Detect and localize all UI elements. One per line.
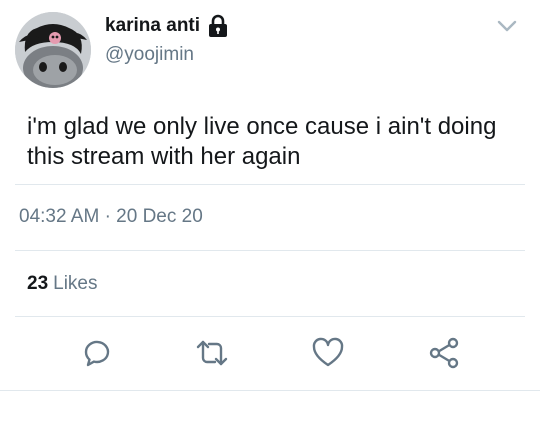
like-icon (312, 337, 344, 367)
divider (15, 184, 525, 185)
tweet-time: 04:32 AM (19, 206, 100, 227)
reply-icon (84, 340, 110, 367)
timestamp-separator: · (104, 206, 111, 227)
reply-button[interactable] (80, 336, 114, 370)
share-icon (429, 337, 459, 369)
retweet-icon (196, 340, 228, 366)
author-display-name[interactable]: karina anti (105, 14, 229, 38)
author-handle[interactable]: @yoojimin (105, 44, 194, 66)
display-name-text: karina anti (105, 15, 201, 36)
like-button[interactable] (311, 336, 345, 370)
tweet-timestamp: 04:32 AM · 20 Dec 20 (19, 206, 203, 228)
share-button[interactable] (427, 336, 461, 370)
divider (15, 250, 525, 251)
tweet-text: i'm glad we only live once cause i ain't… (27, 113, 497, 170)
likes-label: Likes (53, 273, 98, 294)
retweet-button[interactable] (195, 336, 229, 370)
chevron-down-icon[interactable] (496, 17, 518, 35)
divider (15, 316, 525, 317)
likes-stat[interactable]: 23 Likes (27, 273, 98, 295)
tweet-date: 20 Dec 20 (116, 206, 203, 227)
avatar-image (15, 12, 91, 88)
likes-count: 23 (27, 273, 49, 294)
lock-icon (207, 14, 229, 38)
divider (0, 390, 540, 391)
avatar[interactable] (15, 12, 91, 88)
